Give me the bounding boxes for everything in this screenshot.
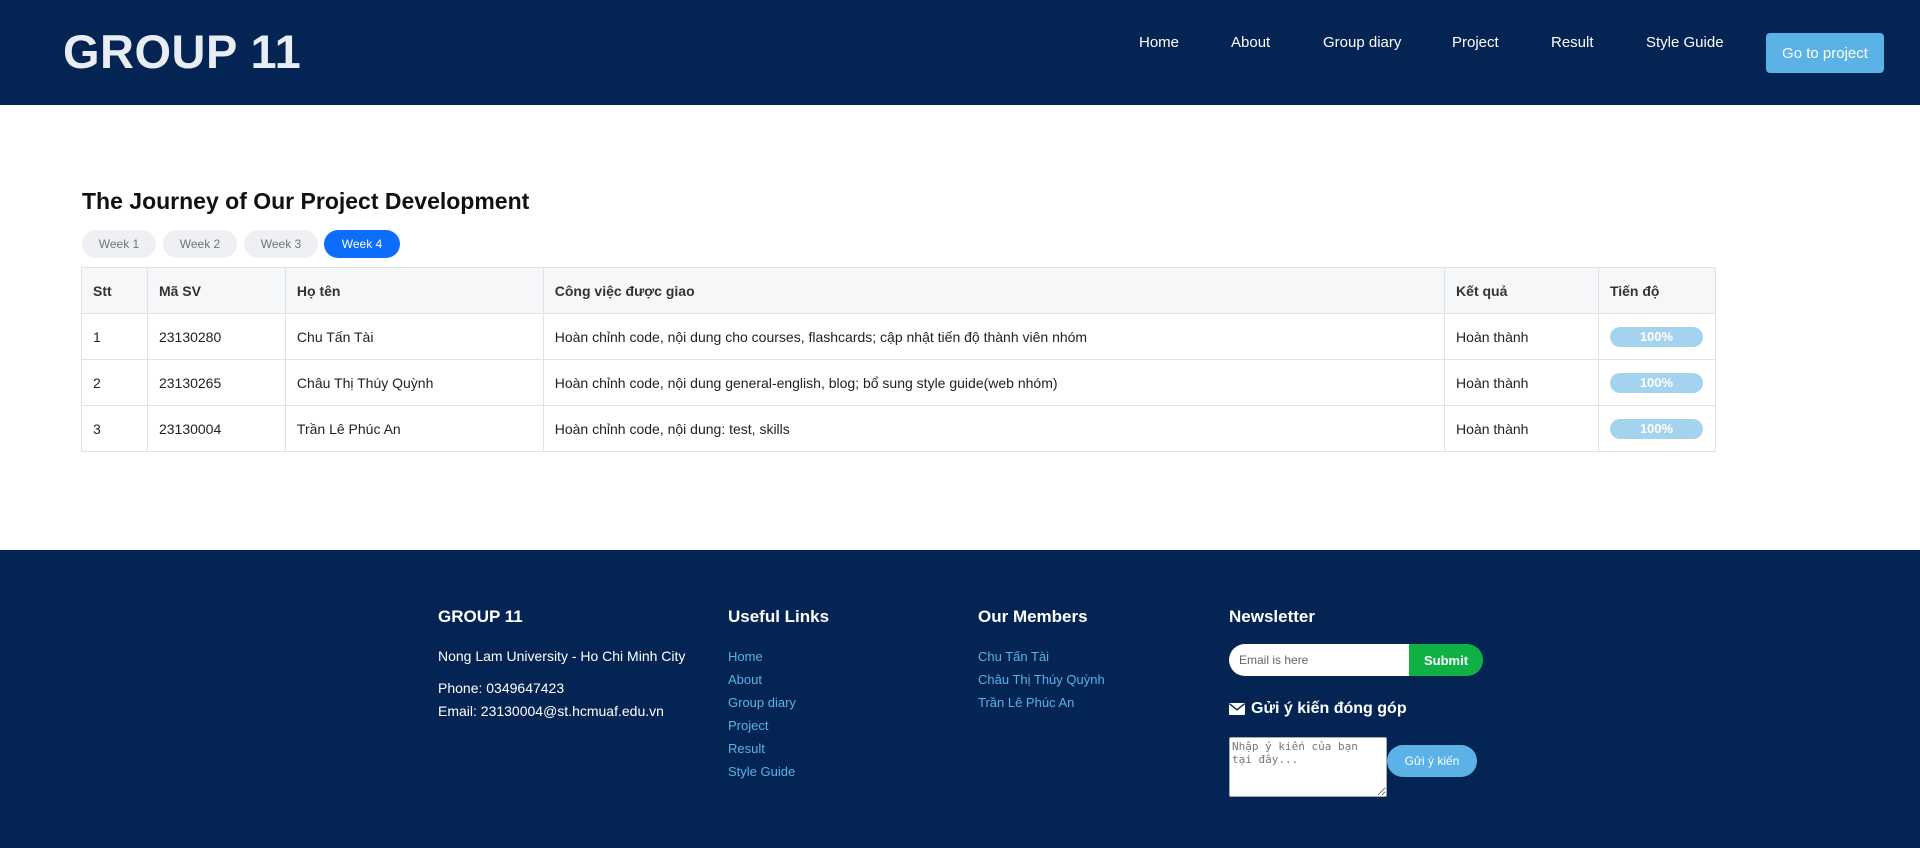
cell-stt: 2 <box>81 359 148 406</box>
footer-phone: Phone: 0349647423 <box>438 680 565 696</box>
progress-bar: 100% <box>1609 418 1703 439</box>
tab-week-3[interactable]: Week 3 <box>244 230 318 258</box>
cell-stt: 3 <box>81 405 148 452</box>
cell-student-id: 23130265 <box>146 359 286 406</box>
progress-bar: 100% <box>1609 372 1703 393</box>
send-feedback-button[interactable]: Gửi ý kiến <box>1387 745 1477 777</box>
cell-task: Hoàn chỉnh code, nội dung cho courses, f… <box>542 313 1446 360</box>
cell-name: Chu Tấn Tài <box>284 313 544 360</box>
cell-name: Trần Lê Phúc An <box>284 405 544 452</box>
table-row: 3 23130004 Trần Lê Phúc An Hoàn chỉnh co… <box>81 405 1717 452</box>
footer-newsletter-heading: Newsletter <box>1229 607 1315 626</box>
column-header-progress: Tiến độ <box>1597 267 1717 314</box>
footer-member-link[interactable]: Trần Lê Phúc An <box>978 691 1105 714</box>
progress-bar: 100% <box>1609 326 1703 347</box>
footer-link-about[interactable]: About <box>728 668 829 691</box>
cell-result: Hoàn thành <box>1444 359 1599 406</box>
nav-link-result[interactable]: Result <box>1551 33 1594 53</box>
envelope-icon <box>1229 703 1245 715</box>
footer-link-result[interactable]: Result <box>728 737 829 760</box>
table-header-row: Stt Mã SV Họ tên Công việc được giao Kết… <box>81 267 1717 314</box>
footer-link-style-guide[interactable]: Style Guide <box>728 760 829 783</box>
footer-about-heading: GROUP 11 <box>438 607 523 626</box>
cell-progress: 100% <box>1597 405 1717 452</box>
footer-members-heading: Our Members <box>978 607 1088 626</box>
nav-link-project[interactable]: Project <box>1452 33 1499 53</box>
main-nav: Home About Group diary Project Result St… <box>0 33 1920 57</box>
cell-student-id: 23130004 <box>146 405 286 452</box>
task-table: Stt Mã SV Họ tên Công việc được giao Kết… <box>81 267 1717 452</box>
footer-useful-links: Useful Links Home About Group diary Proj… <box>728 607 829 783</box>
nav-link-group-diary[interactable]: Group diary <box>1323 33 1401 53</box>
tab-week-4[interactable]: Week 4 <box>324 230 400 258</box>
feedback-heading-text: Gửi ý kiến đóng góp <box>1251 700 1407 717</box>
progress-fill: 100% <box>1609 418 1703 439</box>
cell-stt: 1 <box>81 313 148 360</box>
cell-progress: 100% <box>1597 313 1717 360</box>
footer-member-link[interactable]: Chu Tấn Tài <box>978 645 1105 668</box>
progress-fill: 100% <box>1609 326 1703 347</box>
footer-link-group-diary[interactable]: Group diary <box>728 691 829 714</box>
nav-link-home[interactable]: Home <box>1139 33 1179 53</box>
footer-newsletter: Newsletter Submit Gửi ý kiến đóng góp Gử… <box>1229 607 1489 807</box>
column-header-student-id: Mã SV <box>146 267 286 314</box>
cell-result: Hoàn thành <box>1444 313 1599 360</box>
footer-university: Nong Lam University - Ho Chi Minh City <box>438 648 686 664</box>
cell-result: Hoàn thành <box>1444 405 1599 452</box>
cell-student-id: 23130280 <box>146 313 286 360</box>
footer-email: Email: 23130004@st.hcmuaf.edu.vn <box>438 703 664 719</box>
column-header-name: Họ tên <box>284 267 544 314</box>
page-title: The Journey of Our Project Development <box>82 188 530 214</box>
footer-link-project[interactable]: Project <box>728 714 829 737</box>
table-row: 1 23130280 Chu Tấn Tài Hoàn chỉnh code, … <box>81 313 1717 360</box>
column-header-stt: Stt <box>81 267 148 314</box>
table-row: 2 23130265 Châu Thị Thúy Quỳnh Hoàn chỉn… <box>81 359 1717 406</box>
newsletter-email-input[interactable] <box>1229 644 1411 676</box>
progress-fill: 100% <box>1609 372 1703 393</box>
cell-name: Châu Thị Thúy Quỳnh <box>284 359 544 406</box>
newsletter-form: Submit <box>1229 644 1483 676</box>
feedback-textarea[interactable] <box>1229 737 1387 797</box>
nav-link-style-guide[interactable]: Style Guide <box>1646 33 1724 53</box>
newsletter-submit-button[interactable]: Submit <box>1409 644 1483 676</box>
footer-links-heading: Useful Links <box>728 607 830 626</box>
footer-link-home[interactable]: Home <box>728 645 829 668</box>
cell-task: Hoàn chỉnh code, nội dung: test, skills <box>542 405 1446 452</box>
footer-about: GROUP 11 Nong Lam University - Ho Chi Mi… <box>438 607 685 723</box>
tab-week-1[interactable]: Week 1 <box>82 230 156 258</box>
nav-link-about[interactable]: About <box>1231 33 1270 53</box>
site-header: GROUP 11 Home About Group diary Project … <box>0 0 1920 105</box>
cell-progress: 100% <box>1597 359 1717 406</box>
column-header-result: Kết quả <box>1444 267 1599 314</box>
column-header-task: Công việc được giao <box>542 267 1446 314</box>
tab-week-2[interactable]: Week 2 <box>163 230 237 258</box>
footer-member-link[interactable]: Châu Thị Thúy Quỳnh <box>978 668 1105 691</box>
footer-members: Our Members Chu Tấn Tài Châu Thị Thúy Qu… <box>978 607 1105 714</box>
site-footer: GROUP 11 Nong Lam University - Ho Chi Mi… <box>0 550 1920 848</box>
go-to-project-button[interactable]: Go to project <box>1766 33 1884 73</box>
feedback-heading: Gửi ý kiến đóng góp <box>1229 700 1407 718</box>
cell-task: Hoàn chỉnh code, nội dung general-englis… <box>542 359 1446 406</box>
